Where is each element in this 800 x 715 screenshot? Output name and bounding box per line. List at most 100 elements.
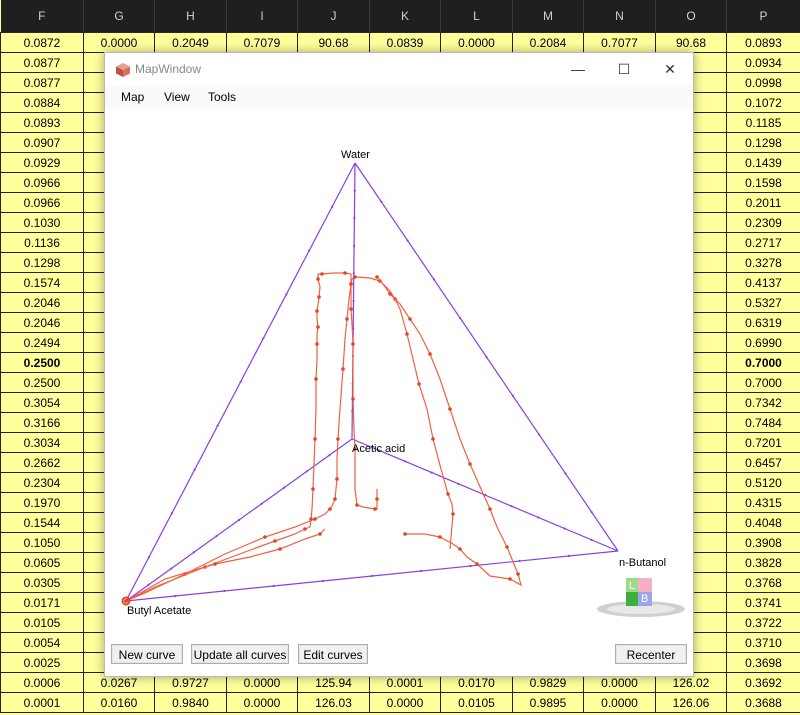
cell-f[interactable]: 0.1574 [0,272,84,293]
cell-p[interactable]: 0.3710 [726,632,800,653]
cell-p[interactable]: 0.7484 [726,412,800,433]
column-header-g[interactable]: G [83,0,155,33]
close-button[interactable]: ✕ [647,53,693,85]
cell-m[interactable]: 0.9895 [512,692,584,713]
cell-f[interactable]: 0.1298 [0,252,84,273]
cell-g[interactable]: 0.0160 [83,692,155,713]
cell-p[interactable]: 0.3692 [726,672,800,693]
cell-p[interactable]: 0.3828 [726,552,800,573]
column-header-k[interactable]: K [369,0,441,33]
column-header-o[interactable]: O [655,0,727,33]
cell-p[interactable]: 0.1185 [726,112,800,133]
recenter-button[interactable]: Recenter [615,644,687,664]
cell-f[interactable]: 0.2494 [0,332,84,353]
cell-p[interactable]: 0.4315 [726,492,800,513]
cell-p[interactable]: 0.7201 [726,432,800,453]
cell-f[interactable]: 0.0001 [0,692,84,713]
edit-curves-button[interactable]: Edit curves [298,644,368,664]
cell-k[interactable]: 0.0839 [369,32,441,53]
cell-p[interactable]: 0.1439 [726,152,800,173]
cell-o[interactable]: 126.06 [655,692,727,713]
cell-f[interactable]: 0.0929 [0,152,84,173]
cell-p[interactable]: 0.3688 [726,692,800,713]
cell-f[interactable]: 0.0305 [0,572,84,593]
cell-j[interactable]: 126.03 [297,692,370,713]
cell-f[interactable]: 0.0605 [0,552,84,573]
cell-f[interactable]: 0.2046 [0,312,84,333]
new-curve-button[interactable]: New curve [111,644,183,664]
column-header-h[interactable]: H [154,0,227,33]
cell-p[interactable]: 0.1598 [726,172,800,193]
cell-p[interactable]: 0.6457 [726,452,800,473]
cell-l[interactable]: 0.0000 [440,32,513,53]
cell-f[interactable]: 0.1136 [0,232,84,253]
maximize-button[interactable]: ☐ [601,53,647,85]
cell-p[interactable]: 0.6990 [726,332,800,353]
cell-f[interactable]: 0.0884 [0,92,84,113]
cell-o[interactable]: 90.68 [655,32,727,53]
cell-m[interactable]: 0.2084 [512,32,584,53]
cell-f[interactable]: 0.0054 [0,632,84,653]
cell-f[interactable]: 0.0893 [0,112,84,133]
cell-f[interactable]: 0.3054 [0,392,84,413]
column-header-m[interactable]: M [512,0,584,33]
column-header-f[interactable]: F [0,0,84,33]
menu-tools[interactable]: Tools [208,90,236,104]
cell-p[interactable]: 0.5327 [726,292,800,313]
cell-p[interactable]: 0.6319 [726,312,800,333]
cell-k[interactable]: 0.0000 [369,692,441,713]
cell-p[interactable]: 0.7000 [726,372,800,393]
cell-p[interactable]: 0.7342 [726,392,800,413]
cell-i[interactable]: 0.7079 [226,32,298,53]
cell-f[interactable]: 0.1544 [0,512,84,533]
cell-f[interactable]: 0.1050 [0,532,84,553]
menu-view[interactable]: View [164,90,190,104]
cell-h[interactable]: 0.2049 [154,32,227,53]
title-bar[interactable]: MapWindow — ☐ ✕ [105,53,693,85]
cell-n[interactable]: 0.0000 [583,692,656,713]
mapwindow-dialog[interactable]: MapWindow — ☐ ✕ Map View Tools Water Ace… [104,52,694,677]
update-all-curves-button[interactable]: Update all curves [191,644,289,664]
cell-p[interactable]: 0.0934 [726,52,800,73]
cell-f[interactable]: 0.2046 [0,292,84,313]
cell-p[interactable]: 0.2011 [726,192,800,213]
column-header-l[interactable]: L [440,0,513,33]
cell-f[interactable]: 0.0966 [0,172,84,193]
cell-f[interactable]: 0.2662 [0,452,84,473]
column-header-n[interactable]: N [583,0,656,33]
cell-f[interactable]: 0.0872 [0,32,84,53]
column-header-j[interactable]: J [297,0,370,33]
cell-f[interactable]: 0.0105 [0,612,84,633]
cell-p[interactable]: 0.3908 [726,532,800,553]
cell-f[interactable]: 0.0006 [0,672,84,693]
cell-p[interactable]: 0.3768 [726,572,800,593]
cell-g[interactable]: 0.0000 [83,32,155,53]
minimize-button[interactable]: — [555,53,601,85]
menu-map[interactable]: Map [121,90,144,104]
cell-p[interactable]: 0.0998 [726,72,800,93]
cell-f[interactable]: 0.3034 [0,432,84,453]
cell-p[interactable]: 0.4137 [726,272,800,293]
cell-j[interactable]: 90.68 [297,32,370,53]
cell-h[interactable]: 0.9840 [154,692,227,713]
cell-f[interactable]: 0.2500 [0,372,84,393]
cell-f[interactable]: 0.2304 [0,472,84,493]
column-header-i[interactable]: I [226,0,298,33]
cell-f[interactable]: 0.0171 [0,592,84,613]
cell-p[interactable]: 0.3698 [726,652,800,673]
cell-f[interactable]: 0.1030 [0,212,84,233]
cell-f[interactable]: 0.0966 [0,192,84,213]
cell-f[interactable]: 0.0025 [0,652,84,673]
cell-f[interactable]: 0.0877 [0,72,84,93]
ternary-diagram-canvas[interactable]: Water Acetic acid n-Butanol Butyl Acetat… [105,109,693,629]
cell-p[interactable]: 0.7000 [726,352,800,373]
column-header-p[interactable]: P [726,0,800,33]
cell-p[interactable]: 0.3741 [726,592,800,613]
cell-n[interactable]: 0.7077 [583,32,656,53]
cell-f[interactable]: 0.0907 [0,132,84,153]
cell-i[interactable]: 0.0000 [226,692,298,713]
cell-f[interactable]: 0.2500 [0,352,84,373]
cell-p[interactable]: 0.0893 [726,32,800,53]
cell-f[interactable]: 0.1970 [0,492,84,513]
cell-f[interactable]: 0.3166 [0,412,84,433]
